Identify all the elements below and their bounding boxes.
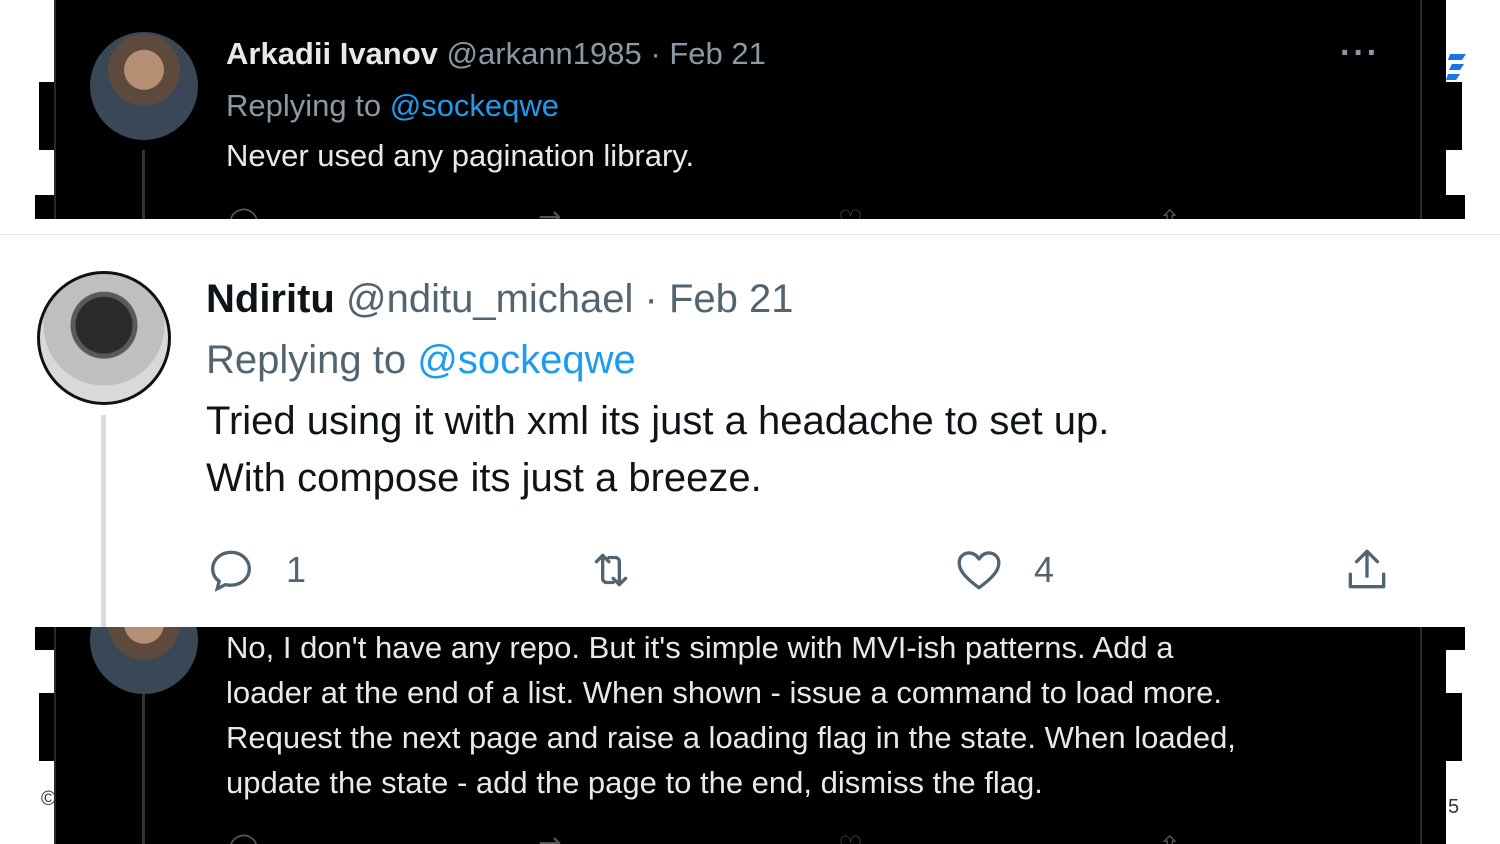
avatar[interactable] [90, 32, 198, 140]
tweet-text-line: update the state - add the page to the e… [226, 765, 1043, 800]
like-icon[interactable]: ♡ [838, 830, 863, 844]
tweet-text-line: loader at the end of a list. When shown … [226, 675, 1222, 710]
reply-count: 1 [286, 549, 307, 590]
tweet-header: Arkadii Ivanov @arkann1985 · Feb 21 [226, 36, 766, 72]
replying-label: Replying to [226, 88, 382, 123]
tweet-arkadii-top: Arkadii Ivanov @arkann1985 · Feb 21 ··· … [54, 0, 1446, 219]
tweet-text: Never used any pagination library. [226, 138, 695, 173]
tweet-header: Ndiritu @nditu_michael · Feb 21 [206, 277, 794, 322]
replying-handle-link[interactable]: @sockeqwe [417, 338, 635, 382]
replying-to: Replying to @sockeqwe [226, 88, 559, 124]
card-border [54, 0, 56, 219]
tweet-date[interactable]: · Feb 21 [645, 277, 794, 321]
reply-icon[interactable]: ◯ [228, 830, 259, 844]
like-button[interactable]: 4 [954, 545, 1054, 595]
author-handle[interactable]: @arkann1985 [447, 36, 642, 71]
retweet-icon [594, 553, 628, 587]
replying-to: Replying to @sockeqwe [206, 338, 636, 383]
thread-line [142, 686, 145, 844]
reply-icon[interactable]: ◯ [228, 204, 259, 219]
author-name[interactable]: Ndiritu [206, 277, 335, 321]
author-name[interactable]: Arkadii Ivanov [226, 36, 438, 71]
reply-button[interactable]: 1 [206, 545, 306, 595]
author-handle[interactable]: @nditu_michael [346, 277, 633, 321]
retweet-icon[interactable]: ⇄ [538, 204, 561, 219]
tweet-text-line: Request the next page and raise a loadin… [226, 720, 1236, 755]
like-count: 4 [1034, 549, 1055, 590]
share-icon[interactable]: ⇧ [1158, 204, 1181, 219]
tweet-text-line: With compose its just a breeze. [206, 456, 762, 500]
thread-line [101, 415, 106, 627]
share-icon [1348, 549, 1386, 589]
share-icon[interactable]: ⇧ [1158, 830, 1181, 844]
share-button[interactable] [1342, 545, 1392, 595]
brand-logo-icon [1446, 54, 1466, 80]
like-icon[interactable]: ♡ [838, 204, 863, 219]
thread-line [142, 150, 145, 219]
reply-icon [210, 550, 252, 592]
slide-page-number: 5 [1448, 796, 1460, 818]
retweet-icon[interactable]: ⇄ [538, 830, 561, 844]
tweet-text-line: Tried using it with xml its just a heada… [206, 399, 1110, 443]
tweet-actions-cropped: ◯ ⇄ ♡ ⇧ [226, 830, 1386, 844]
tweet-actions-cropped: ◯ ⇄ ♡ ⇧ [226, 204, 1386, 219]
card-border [1420, 0, 1422, 219]
card-border [54, 626, 56, 844]
tweet-ndiritu: Ndiritu @nditu_michael · Feb 21 Replying… [0, 234, 1500, 627]
tweet-text-line: No, I don't have any repo. But it's simp… [226, 630, 1174, 665]
replying-label: Replying to [206, 338, 407, 382]
avatar[interactable] [90, 626, 198, 694]
heart-icon [957, 551, 1001, 590]
avatar[interactable] [37, 271, 171, 405]
tweet-arkadii-bottom: No, I don't have any repo. But it's simp… [54, 626, 1446, 844]
retweet-button[interactable] [586, 545, 636, 595]
replying-handle-link[interactable]: @sockeqwe [390, 88, 559, 123]
more-options-icon[interactable]: ··· [1340, 34, 1380, 73]
tweet-date[interactable]: · Feb 21 [650, 36, 765, 71]
card-border [1420, 626, 1422, 844]
